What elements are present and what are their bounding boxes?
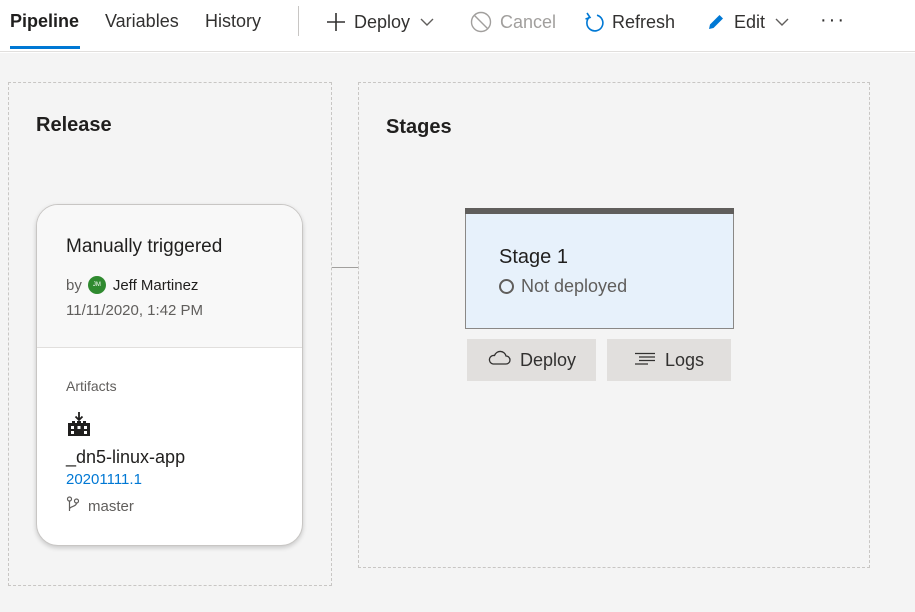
release-card[interactable]: Manually triggered by JM Jeff Martinez 1… bbox=[36, 204, 303, 546]
branch-label: master bbox=[88, 497, 134, 515]
cancel-label: Cancel bbox=[500, 11, 557, 32]
tab-variables[interactable]: Variables bbox=[105, 11, 179, 32]
tab-history[interactable]: History bbox=[205, 11, 261, 32]
release-panel-title: Release bbox=[36, 114, 112, 136]
stage-card[interactable]: Stage 1 Not deployed bbox=[465, 208, 734, 329]
stage-logs-button[interactable]: Logs bbox=[607, 339, 731, 381]
artifact-branch: master bbox=[66, 496, 134, 516]
pipeline-connector bbox=[332, 267, 358, 268]
refresh-icon bbox=[584, 11, 604, 33]
chevron-down-icon bbox=[775, 15, 789, 29]
release-trigger: Manually triggered bbox=[66, 236, 223, 257]
stage-status-label: Not deployed bbox=[521, 276, 628, 296]
artifact-version-link[interactable]: 20201111.1 bbox=[66, 471, 142, 488]
stages-panel-title: Stages bbox=[386, 116, 452, 138]
stage-logs-label: Logs bbox=[664, 349, 705, 370]
branch-icon bbox=[66, 496, 88, 516]
plus-icon bbox=[326, 12, 346, 32]
by-label: by bbox=[66, 276, 82, 294]
tab-active-indicator bbox=[10, 46, 80, 49]
cancel-button[interactable]: Cancel bbox=[470, 8, 556, 36]
avatar: JM bbox=[87, 276, 106, 294]
artifact-name: _dn5-linux-app bbox=[66, 447, 186, 467]
status-circle-icon bbox=[499, 279, 514, 294]
deploy-menu-button[interactable]: Deploy bbox=[326, 8, 434, 36]
release-triggered-by: by JM Jeff Martinez bbox=[66, 276, 198, 294]
cancel-icon bbox=[470, 11, 492, 33]
edit-pencil-icon bbox=[706, 12, 726, 32]
refresh-label: Refresh bbox=[612, 11, 676, 32]
cloud-icon bbox=[487, 350, 520, 371]
artifacts-label: Artifacts bbox=[66, 378, 117, 394]
release-date: 11/11/2020, 1:42 PM bbox=[66, 302, 204, 319]
toolbar-divider bbox=[298, 6, 299, 36]
refresh-button[interactable]: Refresh bbox=[584, 8, 675, 36]
chevron-down-icon bbox=[420, 15, 434, 29]
pipeline-canvas: Release Stages Manually triggered by JM … bbox=[0, 53, 915, 612]
tab-pipeline[interactable]: Pipeline bbox=[10, 11, 79, 32]
release-user: Jeff Martinez bbox=[112, 276, 199, 294]
logs-icon bbox=[634, 350, 665, 371]
edit-menu-button[interactable]: Edit bbox=[706, 8, 789, 36]
stage-deploy-label: Deploy bbox=[519, 349, 577, 370]
stage-card-topbar bbox=[465, 208, 734, 214]
edit-label: Edit bbox=[734, 11, 766, 32]
toolbar: Pipeline Variables History Deploy Cancel… bbox=[0, 0, 915, 52]
release-card-header: Manually triggered by JM Jeff Martinez 1… bbox=[37, 205, 302, 348]
stage-name: Stage 1 bbox=[499, 246, 568, 268]
more-icon[interactable]: ··· bbox=[820, 6, 846, 34]
stage-deploy-button[interactable]: Deploy bbox=[467, 339, 596, 381]
deploy-menu-label: Deploy bbox=[354, 11, 411, 32]
artifact-build-icon bbox=[66, 411, 92, 442]
stage-status: Not deployed bbox=[499, 276, 627, 297]
